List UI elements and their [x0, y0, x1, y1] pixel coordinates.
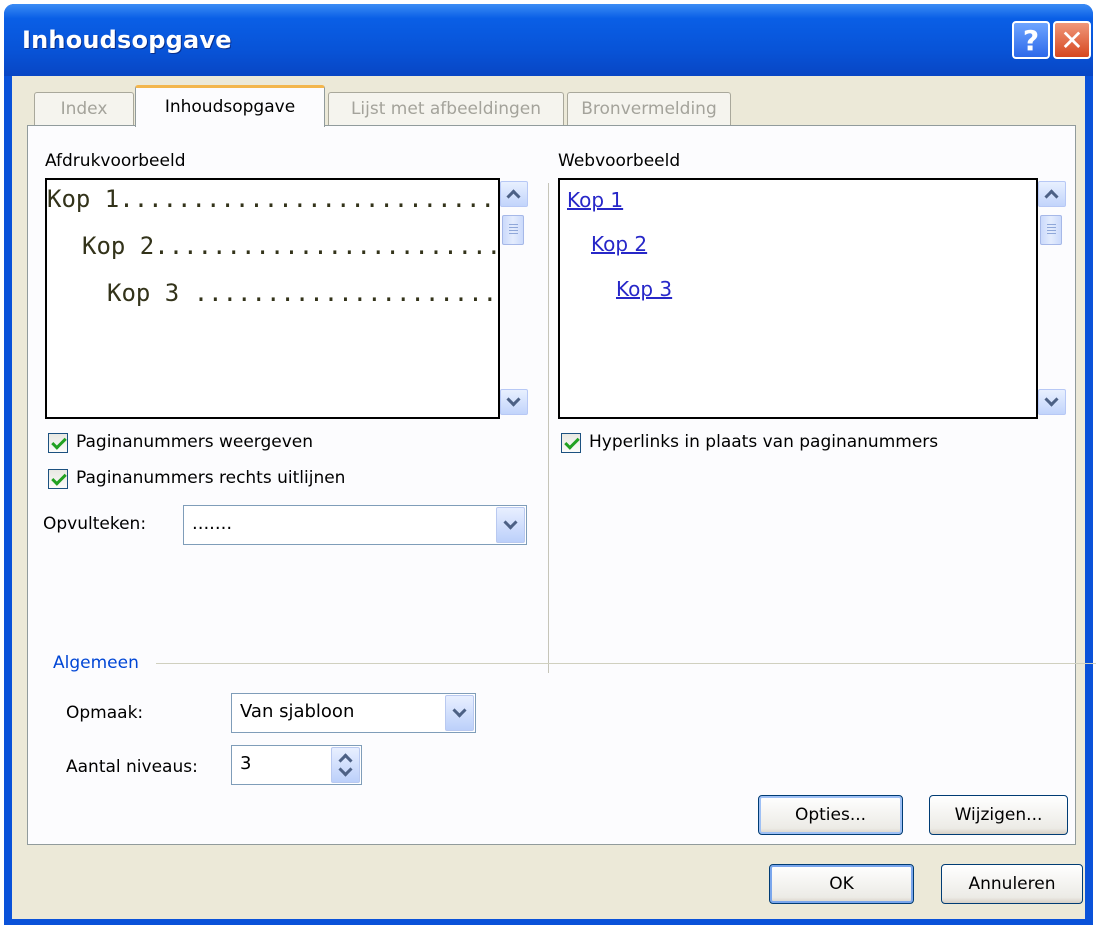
right-align-page-numbers-checkbox[interactable] [48, 469, 68, 489]
tab-table-of-contents[interactable]: Inhoudsopgave [135, 85, 325, 127]
web-preview-scrollbar[interactable] [1038, 181, 1066, 417]
scroll-down-button[interactable] [1038, 389, 1066, 415]
chevron-down-icon [451, 703, 467, 718]
tab-index[interactable]: Index [34, 92, 134, 125]
chevron-up-icon [506, 189, 521, 204]
tab-citations[interactable]: Bronvermelding [567, 92, 731, 125]
chevron-down-icon [1044, 392, 1059, 407]
scroll-down-button[interactable] [500, 389, 528, 415]
web-preview-link-2[interactable]: Kop 2 [591, 232, 647, 256]
show-page-numbers-checkbox[interactable] [48, 433, 68, 453]
cancel-button[interactable]: Annuleren [941, 864, 1083, 904]
tab-leader-select[interactable]: ....... [183, 505, 527, 545]
hyperlinks-label[interactable]: Hyperlinks in plaats van paginanummers [589, 432, 938, 452]
hyperlinks-checkbox[interactable] [561, 433, 581, 453]
tab-leader-label: Opvulteken: [43, 514, 147, 534]
show-page-numbers-label[interactable]: Paginanummers weergeven [76, 432, 313, 452]
tab-leader-value: ....... [192, 513, 233, 534]
print-preview-line-2: Kop 2.........................3 [82, 232, 500, 260]
scroll-up-button[interactable] [1038, 181, 1066, 207]
chevron-up-icon [1044, 189, 1059, 204]
levels-label: Aantal niveaus: [66, 757, 198, 777]
tab-leader-dropdown-button[interactable] [496, 507, 525, 543]
general-group-legend: Algemeen [53, 653, 139, 673]
print-preview-line-3: Kop 3 ........................5 [107, 279, 498, 307]
scroll-thumb[interactable] [1040, 215, 1062, 245]
levels-spin-buttons[interactable] [331, 747, 360, 783]
print-preview-box: Kop 1..............................1 Kop… [45, 178, 500, 419]
levels-spinner[interactable]: 3 [231, 745, 362, 785]
print-preview-line-1: Kop 1..............................1 [47, 185, 498, 213]
levels-value: 3 [240, 753, 252, 774]
format-select[interactable]: Van sjabloon [231, 693, 476, 733]
tab-table-of-figures[interactable]: Lijst met afbeeldingen [328, 92, 564, 125]
close-button[interactable]: ✕ [1053, 21, 1091, 59]
group-divider [156, 663, 1096, 664]
title-bar[interactable]: Inhoudsopgave ? ✕ [4, 4, 1093, 76]
scroll-thumb[interactable] [502, 215, 524, 245]
web-preview-box: Kop 1 Kop 2 Kop 3 [558, 178, 1038, 419]
print-preview-label: Afdrukvoorbeeld [45, 151, 186, 171]
dialog-window: Inhoudsopgave ? ✕ Index Inhoudsopgave Li… [4, 4, 1096, 925]
web-preview-link-1[interactable]: Kop 1 [567, 188, 623, 212]
help-button[interactable]: ? [1012, 21, 1050, 59]
dialog-title: Inhoudsopgave [22, 26, 232, 54]
web-preview-link-3[interactable]: Kop 3 [616, 277, 672, 301]
format-label: Opmaak: [66, 703, 144, 723]
dialog-body: Index Inhoudsopgave Lijst met afbeelding… [12, 76, 1096, 919]
scroll-up-button[interactable] [500, 181, 528, 207]
format-value: Van sjabloon [240, 701, 355, 722]
modify-button[interactable]: Wijzigen... [929, 795, 1068, 835]
spin-down-icon[interactable] [337, 762, 353, 778]
column-divider [548, 183, 549, 673]
chevron-down-icon [502, 515, 518, 530]
right-align-page-numbers-label[interactable]: Paginanummers rechts uitlijnen [76, 468, 345, 488]
print-preview-scrollbar[interactable] [500, 181, 528, 417]
tab-panel: Afdrukvoorbeeld Kop 1...................… [27, 125, 1096, 845]
ok-button[interactable]: OK [769, 864, 914, 904]
options-button[interactable]: Opties... [758, 795, 903, 835]
web-preview-label: Webvoorbeeld [558, 151, 681, 171]
format-dropdown-button[interactable] [445, 695, 474, 731]
chevron-down-icon [506, 392, 521, 407]
